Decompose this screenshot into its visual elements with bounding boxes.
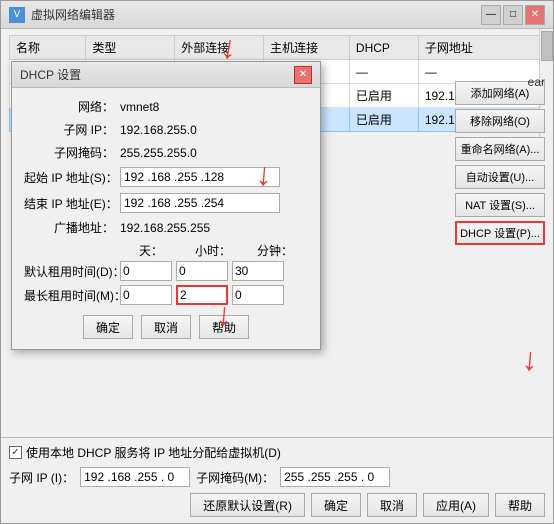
default-lease-label: 默认租用时间(D)： [24,263,114,280]
broadcast-label: 广播地址： [24,219,114,236]
col-host: 主机连接 [264,36,350,60]
max-lease-spinners [120,285,284,305]
dialog-ok-button[interactable]: 确定 [83,315,133,339]
col-name: 名称 [10,36,86,60]
dialog-row-subnet-ip: 子网 IP： 192.168.255.0 [24,121,308,138]
main-window: V 虚拟网络编辑器 — □ ✕ 名称 类型 外部连接 主机连接 DHCP 子网地… [0,0,554,524]
default-lease-day-input[interactable] [120,261,172,281]
start-ip-input[interactable] [120,167,280,187]
dialog-help-button[interactable]: 帮助 [199,315,249,339]
scrollbar-thumb[interactable] [541,31,553,61]
col-dhcp: DHCP [349,36,418,60]
subnet-row: 子网 IP (I)： 子网掩码(M)： [9,467,545,487]
dialog-title-bar: DHCP 设置 ✕ [12,62,320,88]
max-lease-label: 最长租用时间(M)： [24,287,114,304]
dialog-title: DHCP 设置 [20,66,81,83]
subnet-ip-label: 子网 IP (I)： [9,469,74,486]
time-headers: 天： 小时： 分钟： [120,242,308,259]
app-icon: V [9,7,25,23]
title-buttons: — □ ✕ [481,5,545,25]
subnet-ip-input[interactable] [80,467,190,487]
default-lease-hour-input[interactable] [176,261,228,281]
cancel-button[interactable]: 取消 [367,493,417,517]
dhcp-checkbox-label: 使用本地 DHCP 服务将 IP 地址分配给虚拟机(D) [26,444,281,461]
ok-button[interactable]: 确定 [311,493,361,517]
day-header: 天： [120,242,182,259]
max-lease-hour-input[interactable] [176,285,228,305]
hour-header: 小时： [182,242,244,259]
dialog-buttons: 确定 取消 帮助 [24,315,308,339]
subnet-mask-input[interactable] [280,467,390,487]
max-lease-row: 最长租用时间(M)： [24,285,308,305]
bottom-buttons: 还原默认设置(R) 确定 取消 应用(A) 帮助 [9,493,545,517]
dhcp-dialog: DHCP 设置 ✕ 网络： vmnet8 子网 IP： 192.168.255.… [11,61,321,350]
dhcp-checkbox[interactable] [9,446,22,459]
help-button[interactable]: 帮助 [495,493,545,517]
broadcast-value: 192.168.255.255 [120,221,308,235]
nat-settings-button[interactable]: NAT 设置(S)... [455,193,545,217]
default-lease-row: 默认租用时间(D)： [24,261,308,281]
dialog-row-subnet-mask: 子网掩码： 255.255.255.0 [24,144,308,161]
col-external: 外部连接 [175,36,264,60]
cell-dhcp: 已启用 [349,84,418,108]
dialog-row-end-ip: 结束 IP 地址(E)： [24,193,308,213]
end-ip-input[interactable] [120,193,280,213]
main-window-title: 虚拟网络编辑器 [31,6,115,23]
minimize-button[interactable]: — [481,5,501,25]
cell-dhcp: 已启用 [349,108,418,132]
dialog-row-network: 网络： vmnet8 [24,98,308,115]
bottom-bar: 使用本地 DHCP 服务将 IP 地址分配给虚拟机(D) 子网 IP (I)： … [1,437,553,523]
subnet-ip-dialog-label: 子网 IP： [24,121,114,138]
minute-header: 分钟： [244,242,306,259]
subnet-mask-dialog-label: 子网掩码： [24,144,114,161]
network-value: vmnet8 [120,100,308,114]
checkbox-row: 使用本地 DHCP 服务将 IP 地址分配给虚拟机(D) [9,444,545,461]
default-lease-min-input[interactable] [232,261,284,281]
max-lease-min-input[interactable] [232,285,284,305]
default-lease-spinners [120,261,284,281]
col-subnet: 子网地址 [418,36,544,60]
end-ip-label: 结束 IP 地址(E)： [24,195,114,212]
col-type: 类型 [86,36,175,60]
dhcp-settings-button[interactable]: DHCP 设置(P)... [455,221,545,245]
maximize-button[interactable]: □ [503,5,523,25]
subnet-mask-label: 子网掩码(M)： [196,469,274,486]
right-buttons-panel: 添加网络(A) 移除网络(O) 重命名网络(A)... 自动设置(U)... N… [455,81,545,245]
dialog-close-button[interactable]: ✕ [294,66,312,84]
ear-text: ear [528,75,545,89]
max-lease-day-input[interactable] [120,285,172,305]
restore-defaults-button[interactable]: 还原默认设置(R) [190,493,305,517]
arrow-4: ↓ [520,340,539,378]
title-bar-left: V 虚拟网络编辑器 [9,6,115,23]
cell-dhcp: — [349,60,418,84]
subnet-mask-dialog-value: 255.255.255.0 [120,146,308,160]
apply-button[interactable]: 应用(A) [423,493,489,517]
dialog-row-broadcast: 广播地址： 192.168.255.255 [24,219,308,236]
start-ip-label: 起始 IP 地址(S)： [24,169,114,186]
title-bar: V 虚拟网络编辑器 — □ ✕ [1,1,553,29]
network-label: 网络： [24,98,114,115]
dialog-row-start-ip: 起始 IP 地址(S)： [24,167,308,187]
dialog-cancel-button[interactable]: 取消 [141,315,191,339]
cell-subnet: — [418,60,544,84]
subnet-ip-dialog-value: 192.168.255.0 [120,123,308,137]
auto-setup-button[interactable]: 自动设置(U)... [455,165,545,189]
dialog-body: 网络： vmnet8 子网 IP： 192.168.255.0 子网掩码： 25… [12,88,320,349]
close-button[interactable]: ✕ [525,5,545,25]
remove-network-button[interactable]: 移除网络(O) [455,109,545,133]
rename-network-button[interactable]: 重命名网络(A)... [455,137,545,161]
